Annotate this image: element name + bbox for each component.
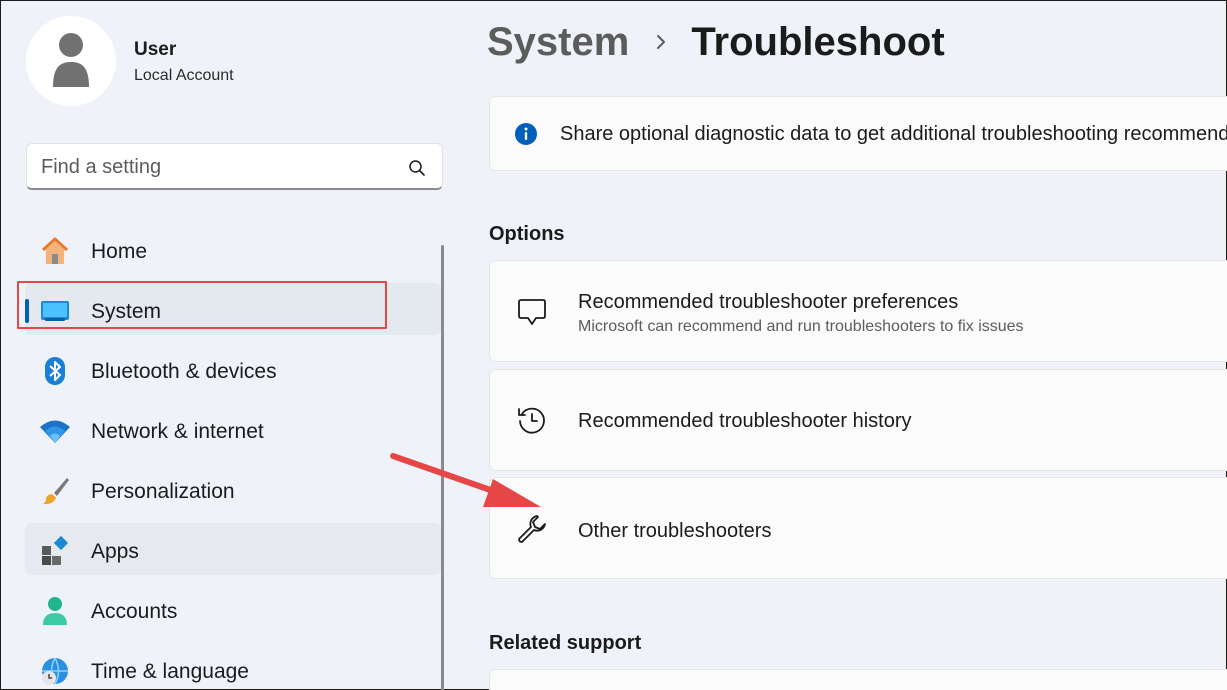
sidebar-item-network[interactable]: Network & internet [25,403,441,455]
info-icon [515,123,537,145]
option-title: Other troubleshooters [578,520,772,542]
sidebar-item-system[interactable]: System [25,283,441,335]
selection-indicator [25,299,29,323]
system-monitor-icon [41,301,69,321]
sidebar-item-label: Personalization [91,480,235,503]
wifi-icon [40,420,70,443]
option-title: Recommended troubleshooter history [578,410,912,432]
avatar[interactable] [26,16,116,106]
chat-bubble-icon [518,299,546,325]
wrench-icon [518,515,546,543]
search-icon[interactable] [408,159,426,177]
diagnostic-data-banner[interactable]: Share optional diagnostic data to get ad… [489,96,1227,171]
option-recommended-history[interactable]: Recommended troubleshooter history [489,369,1227,471]
globe-clock-icon [42,657,68,685]
options-heading: Options [489,223,565,245]
breadcrumb-parent[interactable]: System [487,20,629,65]
sidebar-item-label: Bluetooth & devices [91,360,277,383]
nav-list: Home System Bluetooth & devices Network … [25,223,441,690]
bluetooth-icon [45,357,65,385]
sidebar-item-time-language[interactable]: Time & language [25,643,441,690]
option-subtitle: Microsoft can recommend and run troubles… [578,318,1024,335]
sidebar-item-accounts[interactable]: Accounts [25,583,441,635]
history-icon [518,407,545,434]
option-other-troubleshooters[interactable]: Other troubleshooters [489,477,1227,579]
sidebar-item-label: Home [91,240,148,263]
sidebar-item-label: Accounts [91,600,178,623]
sidebar-item-label: Apps [91,540,139,563]
sidebar-item-bluetooth[interactable]: Bluetooth & devices [25,343,441,395]
option-recommended-preferences[interactable]: Recommended troubleshooter preferences M… [489,260,1227,362]
person-icon [53,33,89,87]
page-title: Troubleshoot [691,19,945,64]
user-name: User [134,39,177,60]
sidebar-item-home[interactable]: Home [25,223,441,275]
sidebar-item-label: Network & internet [91,420,264,443]
option-title: Recommended troubleshooter preferences [578,291,959,313]
chevron-right-icon [657,35,666,49]
home-icon [41,237,69,264]
related-support-heading: Related support [489,632,642,654]
sidebar-scrollbar[interactable] [441,245,444,690]
paintbrush-icon [43,478,69,505]
sidebar-item-label: System [91,300,162,323]
search-box[interactable] [26,143,443,190]
account-type: Local Account [134,67,234,84]
apps-icon [42,535,69,565]
sidebar-item-apps[interactable]: Apps [25,523,441,575]
sidebar-item-personalization[interactable]: Personalization [25,463,441,515]
related-support-card[interactable] [489,669,1227,690]
sidebar-item-label: Time & language [91,660,249,683]
person-icon [43,597,67,625]
breadcrumb: System Troubleshoot [487,17,945,67]
banner-text: Share optional diagnostic data to get ad… [560,123,1227,145]
search-input[interactable] [41,152,391,182]
sidebar: User Local Account Home System [1,1,461,690]
